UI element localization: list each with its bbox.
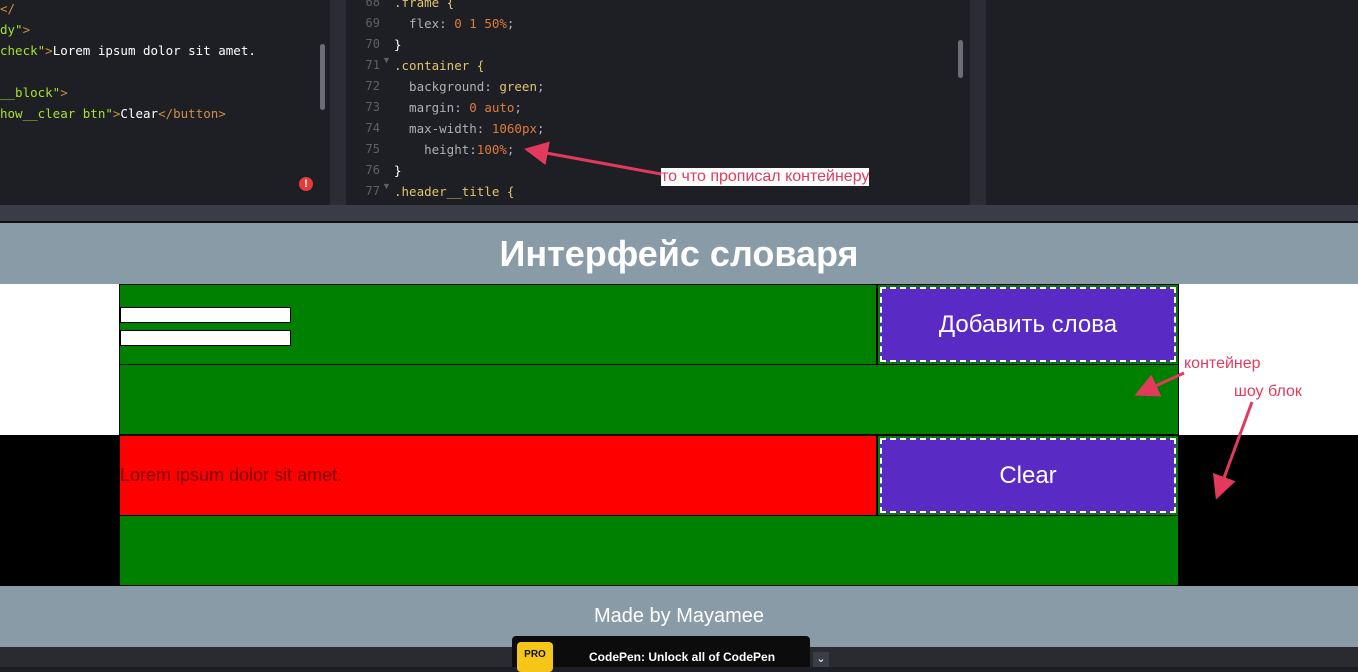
code-line[interactable]: check">Lorem ipsum dolor sit amet. bbox=[0, 40, 256, 61]
container-bottom bbox=[119, 365, 1179, 435]
inputs-frame bbox=[119, 284, 877, 365]
code-token: Clear bbox=[120, 106, 159, 121]
code-line[interactable]: flex: 0 1 50%; bbox=[394, 13, 545, 34]
line-number: 75 bbox=[365, 142, 380, 156]
code-token: < bbox=[0, 1, 8, 16]
code-line[interactable]: .header__title { bbox=[394, 181, 545, 202]
code-token: ; bbox=[506, 16, 515, 31]
error-icon[interactable]: ! bbox=[299, 177, 313, 191]
js-editor-pane[interactable] bbox=[986, 0, 1358, 205]
css-line-numbers: 6869707172737475767778 bbox=[346, 0, 380, 205]
clear-button[interactable]: Clear bbox=[880, 438, 1176, 513]
code-token: .header__title { bbox=[394, 184, 515, 199]
code-token: 0 auto bbox=[469, 100, 515, 115]
code-token: how__clear btn" bbox=[0, 106, 113, 121]
code-line[interactable]: background: green; bbox=[394, 76, 545, 97]
code-token: margin: bbox=[394, 100, 470, 115]
code-line[interactable]: </ bbox=[0, 0, 256, 19]
code-token: 1060px bbox=[491, 121, 537, 136]
code-token: .container { bbox=[394, 58, 485, 73]
add-words-button[interactable]: Добавить слова bbox=[880, 287, 1176, 362]
line-number: 68 bbox=[365, 0, 380, 9]
add-button-frame: Добавить слова bbox=[877, 284, 1179, 365]
annotation-show-block: шоу блок bbox=[1234, 383, 1302, 400]
code-token: } bbox=[394, 163, 402, 178]
fold-arrow-icon[interactable]: ▼ bbox=[382, 181, 391, 191]
code-token: check" bbox=[0, 43, 46, 58]
code-token: > bbox=[22, 22, 31, 37]
code-line[interactable]: max-width: 1060px; bbox=[394, 118, 545, 139]
preview-pane: Интерфейс словаря Добавить слова Lorem i… bbox=[0, 223, 1358, 647]
editor-preview-resizer[interactable] bbox=[0, 205, 1358, 223]
code-line[interactable]: .container { bbox=[394, 55, 545, 76]
code-token: > bbox=[60, 85, 68, 100]
add-block: Добавить слова bbox=[0, 284, 1358, 435]
code-token: .frame { bbox=[394, 0, 455, 10]
code-line[interactable]: .frame { bbox=[394, 0, 545, 13]
word-input[interactable] bbox=[120, 307, 291, 323]
pane-resizer-2[interactable] bbox=[970, 0, 986, 205]
line-number: 73 bbox=[365, 100, 380, 114]
code-line[interactable]: } bbox=[394, 160, 545, 181]
code-token: 100% bbox=[476, 142, 507, 157]
page-header: Интерфейс словаря bbox=[0, 223, 1358, 284]
code-line[interactable]: how__clear btn">Clear</button> bbox=[0, 103, 256, 124]
pro-badge-icon: PRO bbox=[517, 642, 553, 672]
annotation-container: контейнер bbox=[1184, 355, 1261, 372]
line-number: 77 bbox=[365, 184, 380, 198]
code-token: flex: bbox=[394, 16, 455, 31]
line-number: 69 bbox=[365, 16, 380, 30]
annotation-container-css: то что прописал контейнеру bbox=[661, 168, 870, 186]
show-block: Lorem ipsum dolor sit amet. Clear bbox=[0, 435, 1358, 586]
code-token: ; bbox=[514, 100, 522, 115]
container: Добавить слова bbox=[119, 284, 1179, 435]
code-line[interactable]: dy"> bbox=[0, 19, 256, 40]
code-token: dy" bbox=[0, 22, 23, 37]
code-token: Lorem ipsum dolor sit amet. bbox=[52, 43, 256, 58]
code-token: > bbox=[45, 43, 53, 58]
css-code[interactable]: .frame { flex: 0 1 50%;} .container { bac… bbox=[394, 0, 545, 205]
code-line[interactable]: margin: 0 auto; bbox=[394, 97, 545, 118]
word-text: Lorem ipsum dolor sit amet. bbox=[119, 435, 877, 516]
fold-arrow-icon[interactable]: ▼ bbox=[382, 55, 391, 65]
code-token: ; bbox=[537, 79, 545, 94]
line-number: 76 bbox=[365, 163, 380, 177]
line-number: 72 bbox=[365, 79, 380, 93]
container: Lorem ipsum dolor sit amet. Clear bbox=[119, 435, 1179, 586]
code-token: height: bbox=[394, 142, 477, 157]
chevron-down-icon[interactable]: ⌄ bbox=[813, 652, 829, 667]
container-bottom bbox=[119, 516, 1179, 586]
code-line[interactable]: } bbox=[394, 34, 545, 55]
code-token: max-width: bbox=[394, 121, 492, 136]
code-line[interactable] bbox=[0, 61, 256, 82]
clear-button-frame: Clear bbox=[877, 435, 1179, 516]
pane-resizer-1[interactable] bbox=[330, 0, 346, 205]
code-token: / bbox=[7, 1, 16, 16]
code-token: ; bbox=[506, 142, 515, 157]
line-number: 74 bbox=[365, 121, 380, 135]
html-scrollbar[interactable] bbox=[320, 44, 325, 110]
code-token: } bbox=[394, 37, 402, 52]
header-title: Интерфейс словаря bbox=[499, 233, 859, 274]
translation-input[interactable] bbox=[120, 330, 291, 346]
code-line[interactable]: height:100%; bbox=[394, 139, 545, 160]
code-token: 0 1 50% bbox=[454, 16, 507, 31]
html-editor-pane[interactable]: </dy"> check">Lorem ipsum dolor sit amet.… bbox=[0, 0, 330, 205]
code-line[interactable]: __block"> bbox=[0, 82, 256, 103]
code-token: ; bbox=[537, 121, 545, 136]
css-scrollbar[interactable] bbox=[958, 40, 963, 78]
code-token: green bbox=[499, 79, 537, 94]
promo-text: CodePen: Unlock all of CodePen bbox=[589, 650, 776, 664]
code-token: </button> bbox=[158, 106, 226, 121]
html-code[interactable]: </dy"> check">Lorem ipsum dolor sit amet.… bbox=[0, 0, 256, 124]
line-number: 71 bbox=[365, 58, 380, 72]
css-editor-pane[interactable]: 6869707172737475767778 ▼ ▼ .frame { flex… bbox=[346, 0, 970, 205]
code-token: background: bbox=[394, 79, 500, 94]
line-number: 70 bbox=[365, 37, 380, 51]
code-token: __block" bbox=[0, 85, 61, 100]
codepen-promo[interactable]: PRO CodePen: Unlock all of CodePen bbox=[512, 636, 810, 672]
